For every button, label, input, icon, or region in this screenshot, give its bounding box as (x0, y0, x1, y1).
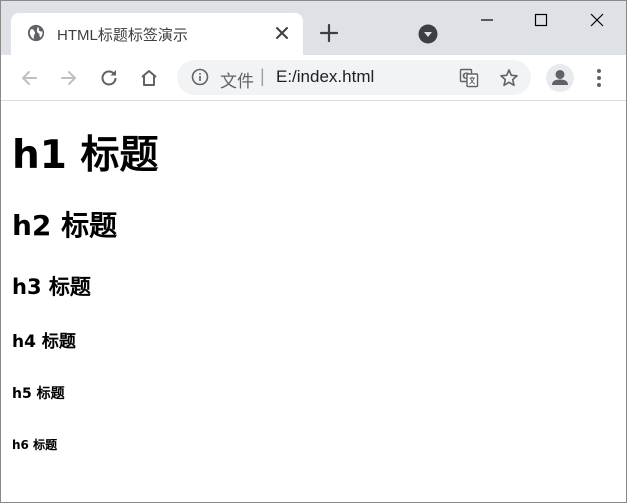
tab-title: HTML标题标签演示 (57, 27, 188, 44)
close-icon[interactable] (273, 24, 291, 42)
url-text[interactable]: E:/index.html (276, 67, 374, 87)
scheme-separator: | (260, 66, 265, 86)
page-content: h1 标题 h2 标题 h3 标题 h4 标题 h5 标题 h6 标题 (1, 101, 626, 502)
toolbar: 文件 | E:/index.html G (1, 55, 626, 101)
browser-window: HTML标题标签演示 文件 | E:/index.html G h1 标题 h2… (0, 0, 627, 503)
address-bar[interactable]: 文件 | E:/index.html G (177, 60, 531, 95)
heading-h2: h2 标题 (12, 209, 118, 242)
minimize-icon[interactable] (475, 10, 499, 30)
heading-h3: h3 标题 (12, 275, 91, 299)
heading-h6: h6 标题 (12, 438, 58, 452)
account-icon (552, 70, 568, 85)
star-icon[interactable] (499, 68, 519, 88)
chevron-down-circle-icon[interactable] (418, 24, 438, 44)
active-tab[interactable]: HTML标题标签演示 (11, 13, 303, 55)
arrow-right-icon[interactable] (58, 67, 80, 89)
globe-icon (27, 24, 45, 42)
kebab-menu-icon[interactable] (589, 67, 609, 89)
tab-strip: HTML标题标签演示 (1, 1, 626, 55)
arrow-left-icon[interactable] (18, 67, 40, 89)
heading-h4: h4 标题 (12, 332, 76, 352)
scheme-label: 文件 (220, 72, 254, 91)
plus-icon[interactable] (319, 23, 339, 43)
home-icon[interactable] (138, 67, 160, 89)
close-icon[interactable] (585, 10, 609, 30)
maximize-icon[interactable] (529, 10, 553, 30)
translate-icon[interactable]: G (459, 68, 479, 88)
heading-h5: h5 标题 (12, 386, 65, 402)
reload-icon[interactable] (98, 67, 120, 89)
account-avatar[interactable] (546, 64, 574, 92)
info-icon[interactable] (191, 68, 209, 86)
heading-h1: h1 标题 (12, 133, 159, 178)
